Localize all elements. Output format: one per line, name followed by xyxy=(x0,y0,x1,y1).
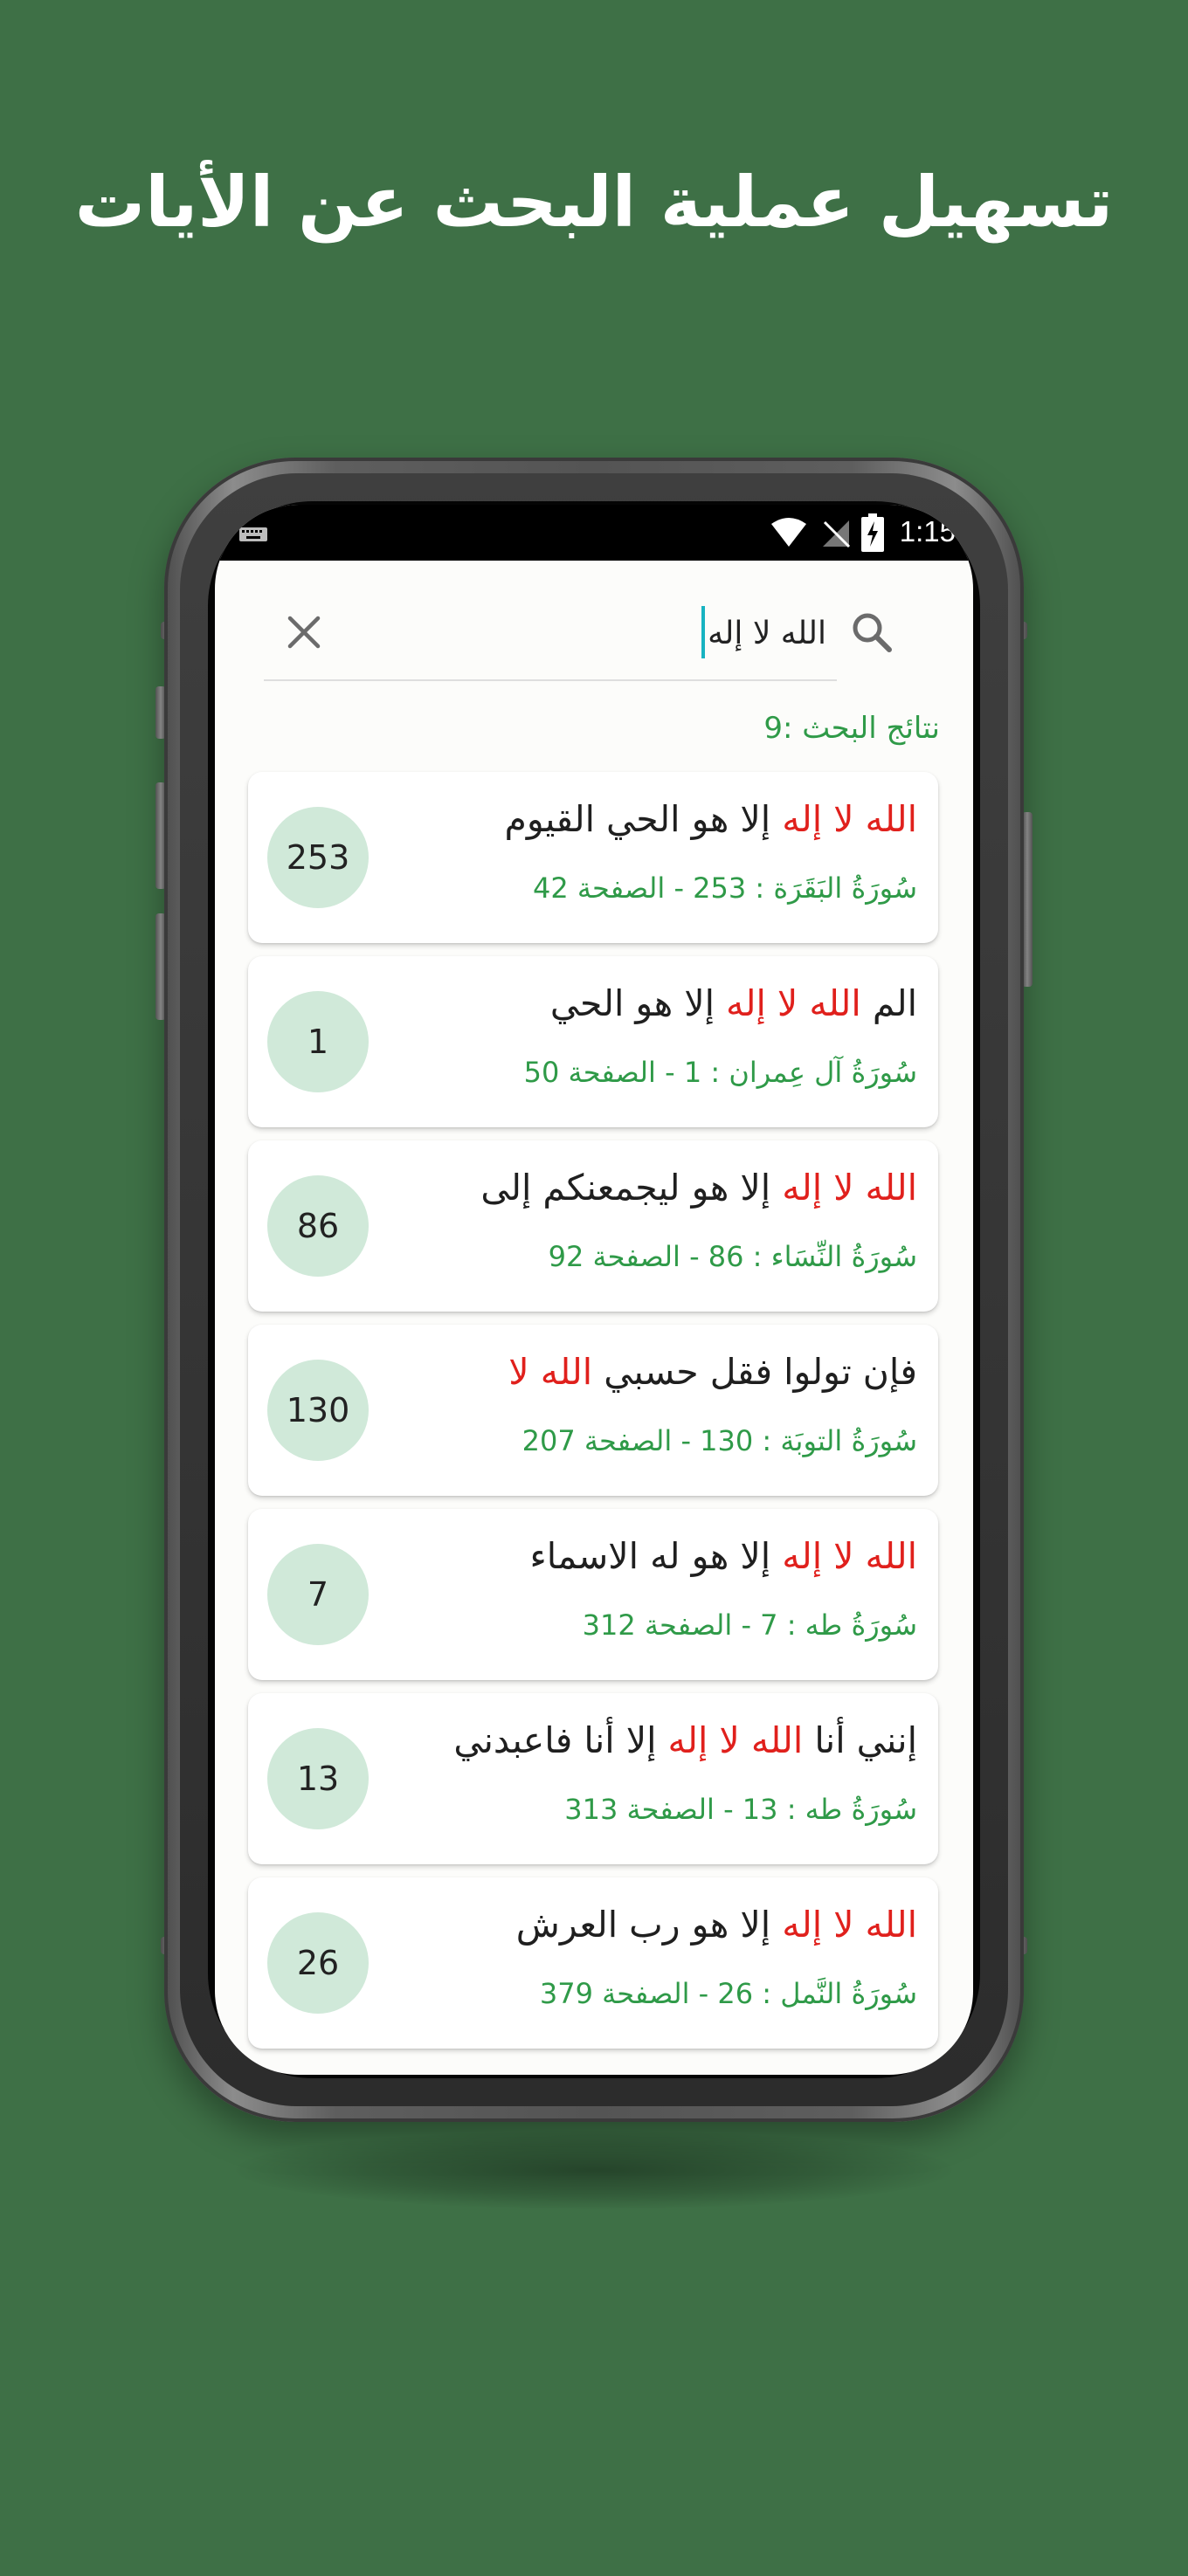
verse-highlight: الله لا إله xyxy=(726,982,861,1024)
verse-reference: سُورَةُ البَقَرَة : 253 - الصفحة 42 xyxy=(532,871,917,905)
verse-text: الم الله لا إله إلا هو الحي xyxy=(550,982,917,1024)
verse-number-badge: 253 xyxy=(267,807,369,908)
results-count: نتائج البحث :9 xyxy=(763,711,940,746)
result-card[interactable]: فإن تولوا فقل حسبي الله لا سُورَةُ التوب… xyxy=(248,1325,938,1496)
verse-highlight: الله لا إله xyxy=(782,798,917,840)
verse-text: فإن تولوا فقل حسبي الله لا xyxy=(508,1351,917,1393)
result-card[interactable]: الم الله لا إله إلا هو الحي سُورَةُ آل ع… xyxy=(248,956,938,1127)
verse-reference: سُورَةُ التوبَة : 130 - الصفحة 207 xyxy=(521,1424,917,1457)
verse-reference: سُورَةُ النِّسَاء : 86 - الصفحة 92 xyxy=(548,1240,917,1273)
search-input[interactable] xyxy=(477,604,826,662)
verse-highlight: الله لا xyxy=(508,1351,593,1393)
verse-text: الله لا إله إلا هو الحي القيوم xyxy=(504,798,917,840)
verse-text-before: فإن تولوا فقل حسبي xyxy=(592,1351,917,1393)
close-icon[interactable] xyxy=(285,613,323,651)
verse-number-badge: 130 xyxy=(267,1360,369,1461)
result-card[interactable]: إنني أنا الله لا إله إلا أنا فاعبدني سُو… xyxy=(248,1693,938,1864)
no-signal-icon xyxy=(823,520,851,548)
verse-number-badge: 13 xyxy=(267,1728,369,1829)
phone-shadow xyxy=(236,2131,952,2209)
verse-highlight: الله لا إله xyxy=(782,1904,917,1946)
result-card[interactable]: الله لا إله إلا هو ليجمعنكم إلى سُورَةُ … xyxy=(248,1140,938,1312)
verse-number-badge: 1 xyxy=(267,991,369,1092)
search-icon[interactable] xyxy=(849,610,894,655)
keyboard-icon xyxy=(239,527,267,541)
verse-number-badge: 26 xyxy=(267,1912,369,2014)
wifi-icon xyxy=(771,518,806,547)
verse-highlight: الله لا إله xyxy=(782,1167,917,1209)
result-card[interactable]: الله لا إله إلا هو الحي القيوم سُورَةُ ا… xyxy=(248,772,938,943)
verse-reference: سُورَةُ آل عِمران : 1 - الصفحة 50 xyxy=(523,1056,917,1089)
verse-text-after: إلا هو ليجمعنكم إلى xyxy=(480,1167,783,1209)
text-caret xyxy=(701,606,705,658)
battery-charging-icon xyxy=(861,513,884,552)
result-card[interactable]: الله لا إله إلا هو رب العرش سُورَةُ النَ… xyxy=(248,1877,938,2049)
verse-text-after: إلا هو رب العرش xyxy=(515,1904,783,1946)
verse-text-before: الم xyxy=(860,982,917,1024)
verse-text-after: إلا هو له الاسماء xyxy=(529,1535,783,1577)
verse-reference: سُورَةُ النَّمل : 26 - الصفحة 379 xyxy=(539,1977,917,2010)
verse-reference: سُورَةُ طه : 13 - الصفحة 313 xyxy=(564,1793,917,1826)
verse-text-after: إلا أنا فاعبدني xyxy=(453,1719,668,1761)
verse-text: الله لا إله إلا هو رب العرش xyxy=(516,1904,917,1946)
verse-reference: سُورَةُ طه : 7 - الصفحة 312 xyxy=(582,1608,917,1642)
verse-text-after: إلا هو الحي القيوم xyxy=(504,798,783,840)
verse-text: الله لا إله إلا هو ليجمعنكم إلى xyxy=(480,1167,917,1209)
promo-headline: تسهيل عملية البحث عن الأيات xyxy=(74,162,1114,243)
verse-text: إنني أنا الله لا إله إلا أنا فاعبدني xyxy=(453,1719,917,1761)
verse-text-before: إنني أنا xyxy=(803,1719,917,1761)
verse-highlight: الله لا إله xyxy=(667,1719,804,1761)
status-time: 1:15 xyxy=(899,515,956,548)
verse-highlight: الله لا إله xyxy=(782,1535,917,1577)
verse-number-badge: 86 xyxy=(267,1175,369,1277)
verse-text-after: إلا هو الحي xyxy=(549,982,727,1024)
search-underline xyxy=(264,679,837,681)
app-screen: 1:15 نتائج البحث :9 الله لا إله إلا هو ا… xyxy=(215,505,973,2075)
verse-text: الله لا إله إلا هو له الاسماء xyxy=(529,1535,917,1577)
verse-number-badge: 7 xyxy=(267,1544,369,1645)
status-bar: 1:15 xyxy=(215,505,973,561)
result-card[interactable]: الله لا إله إلا هو له الاسماء سُورَةُ طه… xyxy=(248,1509,938,1680)
